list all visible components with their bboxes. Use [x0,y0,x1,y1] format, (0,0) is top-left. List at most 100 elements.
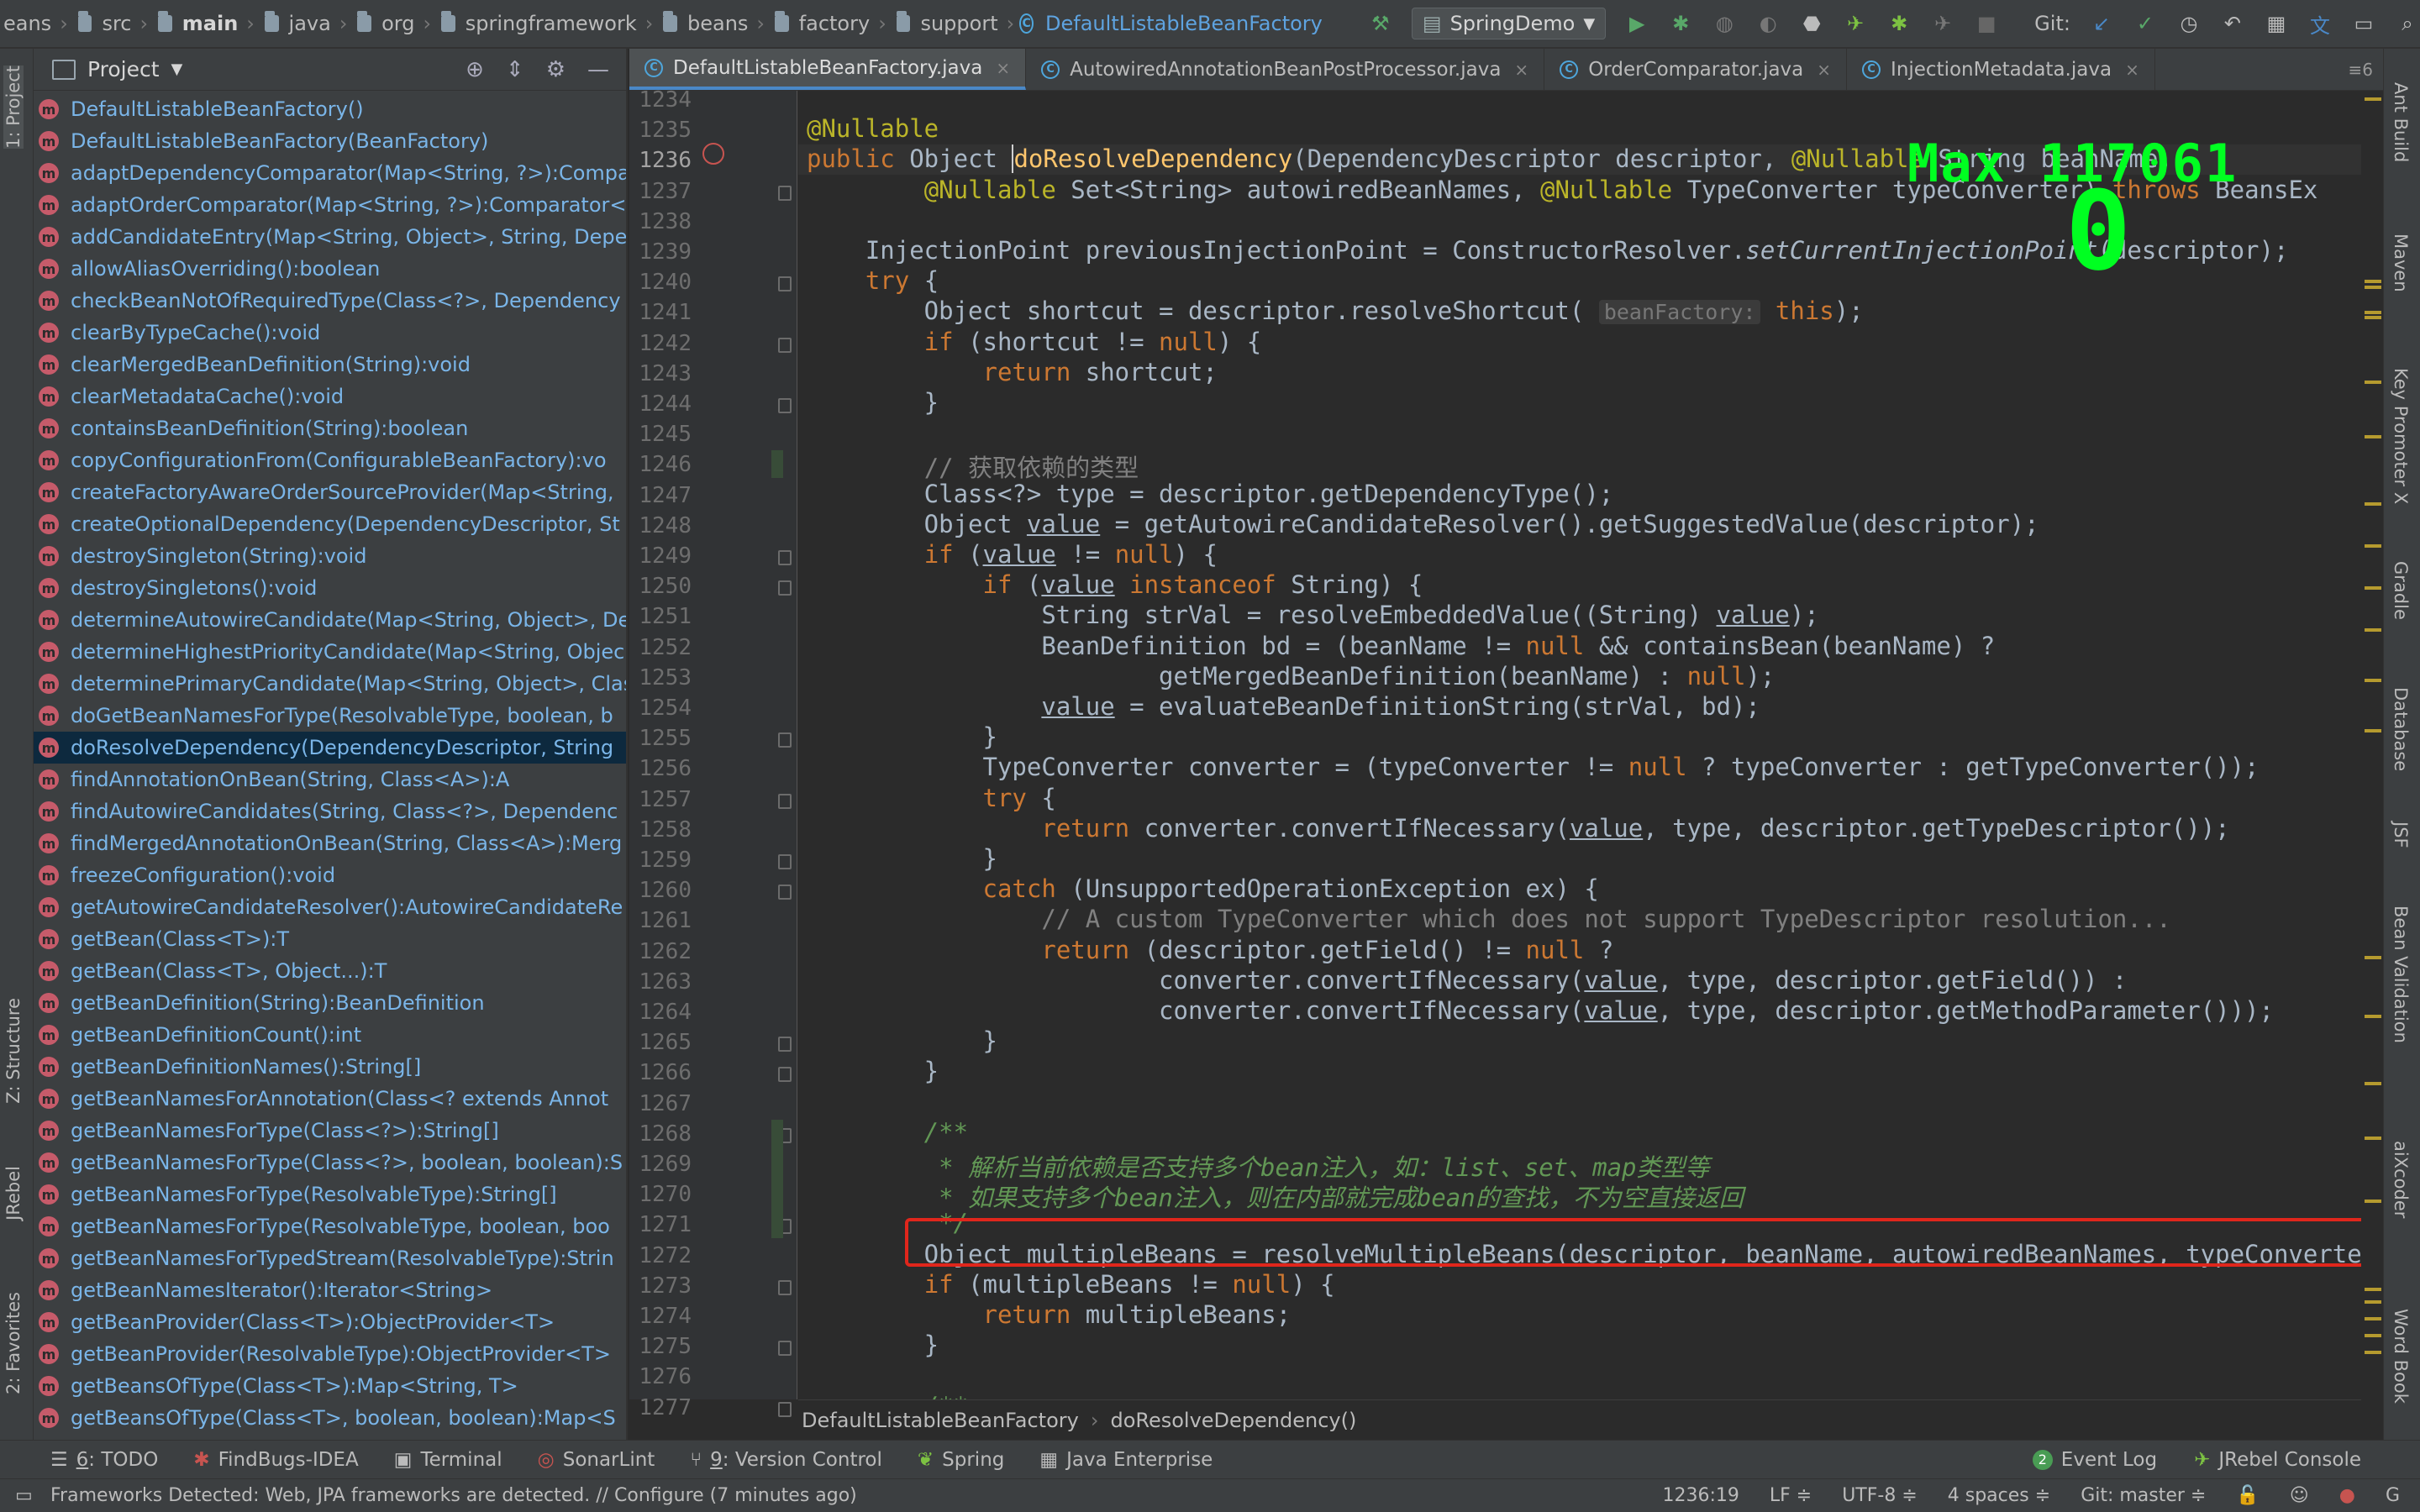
method-list-item[interactable]: m clearMergedBeanDefinition(String):void [34,349,626,381]
code-line[interactable]: if (shortcut != null) { [807,328,1262,356]
fold-marker-icon[interactable] [778,1401,792,1417]
minimize-icon[interactable]: — [587,57,609,82]
stripe-mark[interactable] [2365,628,2381,632]
code-line[interactable]: /** [807,1392,968,1399]
fold-marker-icon[interactable] [778,1037,792,1053]
close-icon[interactable]: × [1817,60,1831,80]
tool-todo[interactable]: ☰ 6: TODO [50,1449,158,1471]
error-stripe[interactable] [2361,91,2383,1399]
fold-marker-icon[interactable] [778,398,792,413]
line-number[interactable]: 1251 [629,604,692,629]
method-list-item[interactable]: m getBeanNamesIterator():Iterator<String> [34,1274,626,1306]
method-list-item[interactable]: m destroySingleton(String):void [34,540,626,572]
breadcrumb-item[interactable]: src [98,12,134,35]
method-list-item[interactable]: m clearMetadataCache():void [34,381,626,412]
line-number[interactable]: 1254 [629,696,692,721]
tool-tab-jsf[interactable]: JSF [2391,822,2411,848]
stripe-mark[interactable] [2365,1200,2381,1203]
method-override-icon[interactable] [702,143,724,165]
fold-marker-icon[interactable] [778,732,792,748]
status-message[interactable]: Frameworks Detected: Web, JPA frameworks… [0,1485,857,1506]
method-list-item[interactable]: m getBeanNamesForType(ResolvableType, boo… [34,1210,626,1242]
code-line[interactable]: // A custom TypeConverter which does not… [807,905,2170,933]
code-line[interactable]: try { [807,266,939,295]
stripe-mark[interactable] [2365,729,2381,732]
breadcrumb-item[interactable]: beans [684,12,751,35]
code-line[interactable]: Object value = getAutowireCandidateResol… [807,510,2039,538]
tool-tab-project[interactable]: 1: Project [3,66,24,149]
line-number[interactable]: 1247 [629,483,692,508]
tool-jrebel-console[interactable]: ✈ JRebel Console [2194,1449,2361,1471]
tool-sonarlint[interactable]: ◎ SonarLint [538,1449,655,1471]
close-icon[interactable]: × [2125,60,2139,80]
method-list-item[interactable]: m getBean(Class<T>):T [34,923,626,955]
code-line[interactable]: try { [807,784,1056,812]
stripe-mark[interactable] [2365,502,2381,506]
tool-tab-bean-validation[interactable]: Bean Validation [2391,906,2411,1043]
line-number[interactable]: 1272 [629,1243,692,1268]
fold-marker-icon[interactable] [778,1341,792,1357]
project-structure-icon[interactable]: ▦ [2264,11,2289,36]
line-number[interactable]: 1258 [629,817,692,843]
line-number[interactable]: 1242 [629,331,692,356]
line-number[interactable]: 1235 [629,118,692,143]
tool-tab-word-book[interactable]: Word Book [2391,1309,2411,1404]
method-list-item[interactable]: m containsBeanDefinition(String):boolean [34,412,626,444]
method-list-item[interactable]: m getBean(Class<T>, Object...):T [34,955,626,987]
method-list-item[interactable]: m getBeanNamesForAnnotation(Class<? exten… [34,1083,626,1115]
method-list-item[interactable]: m createFactoryAwareOrderSourceProvider(M… [34,476,626,508]
code-line[interactable]: Class<?> type = descriptor.getDependency… [807,480,1614,508]
code-line[interactable]: TypeConverter converter = (typeConverter… [807,753,2260,781]
editor-breadcrumb-class[interactable]: DefaultListableBeanFactory [802,1409,1079,1432]
method-list-item[interactable]: m getBeanNamesForTypedStream(ResolvableTy… [34,1242,626,1274]
line-number[interactable]: 1256 [629,756,692,781]
vcs-change-marker[interactable] [771,1119,783,1238]
git-history-icon[interactable]: ◷ [2176,11,2202,36]
breadcrumb-item[interactable]: main [179,12,242,35]
fold-marker-icon[interactable] [778,185,792,201]
fold-marker-icon[interactable] [778,1067,792,1083]
line-number[interactable]: 1276 [629,1364,692,1389]
breadcrumb-item[interactable]: java [286,12,334,35]
method-list-item[interactable]: m allowAliasOverriding():boolean [34,253,626,285]
code-line[interactable]: getMergedBeanDefinition(beanName) : null… [807,662,1775,690]
stripe-mark[interactable] [2365,1300,2381,1304]
tool-version-control[interactable]: ⑂ 9: Version Control [690,1449,882,1471]
tool-event-log[interactable]: 2 Event Log [2032,1449,2157,1471]
project-panel-title[interactable]: Project [87,57,160,81]
method-list-item[interactable]: m determinePrimaryCandidate(Map<String, O… [34,668,626,700]
stripe-mark[interactable] [2365,97,2381,101]
code-line[interactable]: return multipleBeans; [807,1300,1292,1329]
breadcrumb-class[interactable]: DefaultListableBeanFactory [1042,12,1326,35]
vcs-change-marker[interactable] [771,450,783,478]
fold-marker-icon[interactable] [778,580,792,596]
line-number[interactable]: 1266 [629,1060,692,1085]
breadcrumb-item[interactable]: support [917,12,1001,35]
breadcrumb-item[interactable]: springframework [462,12,640,35]
error-icon[interactable]: ● [2339,1485,2355,1506]
tool-tab-maven[interactable]: Maven [2391,234,2411,292]
line-number[interactable]: 1236 [629,148,692,173]
code-line[interactable]: if (value instanceof String) { [807,570,1423,599]
method-list-item[interactable]: m doGetBeanNamesForType(ResolvableType, b… [34,700,626,732]
code-line[interactable]: catch (UnsupportedOperationException ex)… [807,874,1599,903]
method-list-item[interactable]: m getBeanProvider(Class<T>):ObjectProvide… [34,1306,626,1338]
line-number[interactable]: 1248 [629,513,692,538]
code-line[interactable]: @Nullable [807,114,939,143]
line-number[interactable]: 1271 [629,1212,692,1237]
stripe-mark[interactable] [2365,1334,2381,1337]
method-list-item[interactable]: m copyConfigurationFrom(ConfigurableBeanF… [34,444,626,476]
line-number[interactable]: 1241 [629,300,692,325]
jrebel-update-icon[interactable]: ✈ [1930,11,1955,36]
editor-tab[interactable]: C DefaultListableBeanFactory.java × [629,49,1027,90]
line-number[interactable]: 1267 [629,1091,692,1116]
line-number[interactable]: 1275 [629,1334,692,1359]
hammer-build-icon[interactable]: ⚒ [1368,11,1393,36]
line-number[interactable]: 1264 [629,1000,692,1025]
jrebel-run-icon[interactable]: ✈ [1843,11,1868,36]
file-encoding[interactable]: UTF-8 ≑ [1842,1485,1918,1506]
code-line[interactable]: Object shortcut = descriptor.resolveShor… [807,297,1864,325]
line-number[interactable]: 1243 [629,361,692,386]
presentation-icon[interactable]: ▭ [2351,11,2376,36]
code-line[interactable]: } [807,722,997,751]
